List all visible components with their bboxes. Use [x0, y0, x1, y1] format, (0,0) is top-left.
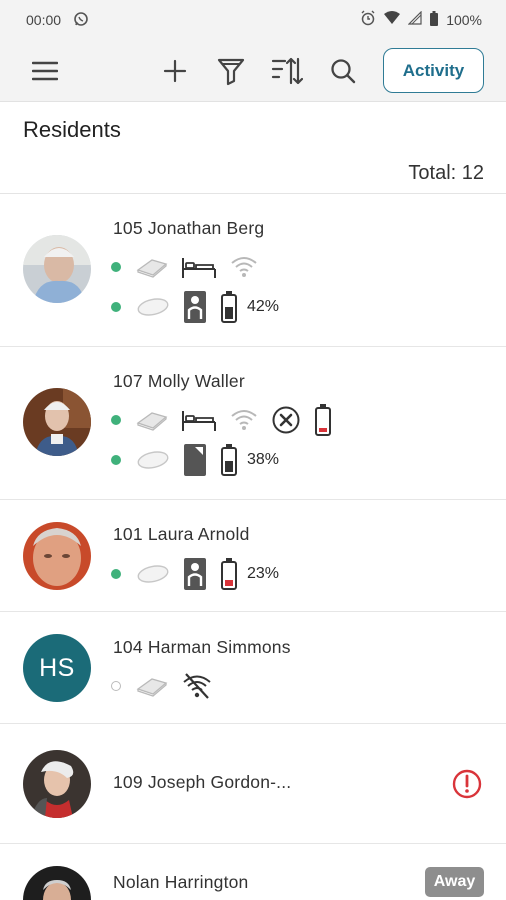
toolbar: Activity: [0, 40, 506, 102]
plus-icon[interactable]: [158, 54, 192, 88]
battery-percent: 38%: [247, 451, 280, 468]
avatar: [23, 750, 91, 818]
alert-icon[interactable]: [451, 768, 483, 805]
battery-percent: 100%: [446, 11, 482, 28]
resident-name: 105 Jonathan Berg: [113, 218, 265, 238]
hamburger-menu-icon[interactable]: [28, 54, 62, 88]
avatar: [23, 235, 91, 303]
avatar: [23, 522, 91, 590]
wifi-icon: [230, 409, 258, 431]
resident-name: Nolan Harrington: [113, 872, 249, 892]
sort-icon[interactable]: [270, 54, 304, 88]
avatar: [23, 866, 91, 900]
resident-row[interactable]: HS 104 Harman Simmons: [0, 612, 506, 724]
avatar: HS: [23, 634, 91, 702]
resident-name: 109 Joseph Gordon-...: [113, 772, 292, 792]
battery-low-icon: [220, 558, 238, 590]
person-in-bed-icon: [183, 557, 207, 591]
bed-icon: [181, 408, 217, 432]
no-motion-icon: [271, 405, 301, 435]
residents-header: Residents Total: 12: [0, 102, 506, 194]
resident-row[interactable]: Nolan Harrington Away: [0, 844, 506, 900]
resident-row[interactable]: 107 Molly Waller 38%: [0, 347, 506, 500]
sensor-pad-icon: [136, 409, 168, 431]
resident-row[interactable]: 105 Jonathan Berg 42%: [0, 194, 506, 347]
online-dot: [111, 415, 121, 425]
resident-name: 107 Molly Waller: [113, 371, 245, 391]
sensor-pad-icon: [136, 675, 168, 697]
filter-icon[interactable]: [214, 54, 248, 88]
offline-dot: [111, 681, 121, 691]
battery-percent: 42%: [247, 298, 280, 315]
status-time: 00:00: [26, 12, 62, 28]
total-count: Total: 12: [408, 162, 484, 184]
resident-name: 101 Laura Arnold: [113, 524, 250, 544]
pendant-icon: [136, 449, 170, 471]
pendant-icon: [136, 563, 170, 585]
activity-button[interactable]: Activity: [383, 48, 484, 93]
online-dot: [111, 455, 121, 465]
wifi-icon: [230, 256, 258, 278]
online-dot: [111, 302, 121, 312]
battery-icon: [220, 291, 238, 323]
wifi-off-icon: [181, 672, 213, 700]
online-dot: [111, 569, 121, 579]
person-in-bed-icon: [183, 290, 207, 324]
page-title: Residents: [23, 117, 121, 142]
alarm-icon: [360, 10, 376, 29]
online-dot: [111, 262, 121, 272]
battery-icon: [220, 444, 238, 476]
battery-status-icon: [430, 10, 439, 29]
sensor-pad-icon: [136, 256, 168, 278]
battery-low-icon: [314, 404, 332, 436]
search-icon[interactable]: [326, 54, 360, 88]
wifi-status-icon: [384, 11, 401, 28]
resident-row[interactable]: 101 Laura Arnold 23%: [0, 500, 506, 612]
bed-icon: [181, 255, 217, 279]
whatsapp-icon: [73, 11, 89, 32]
pendant-icon: [136, 296, 170, 318]
signal-icon: [407, 10, 422, 28]
status-bar: 00:00 100%: [0, 0, 506, 40]
resident-name: 104 Harman Simmons: [113, 637, 291, 657]
empty-bed-icon: [183, 443, 207, 477]
avatar: [23, 388, 91, 456]
resident-row[interactable]: 109 Joseph Gordon-...: [0, 724, 506, 844]
away-badge: Away: [425, 867, 484, 897]
battery-percent: 23%: [247, 565, 280, 582]
